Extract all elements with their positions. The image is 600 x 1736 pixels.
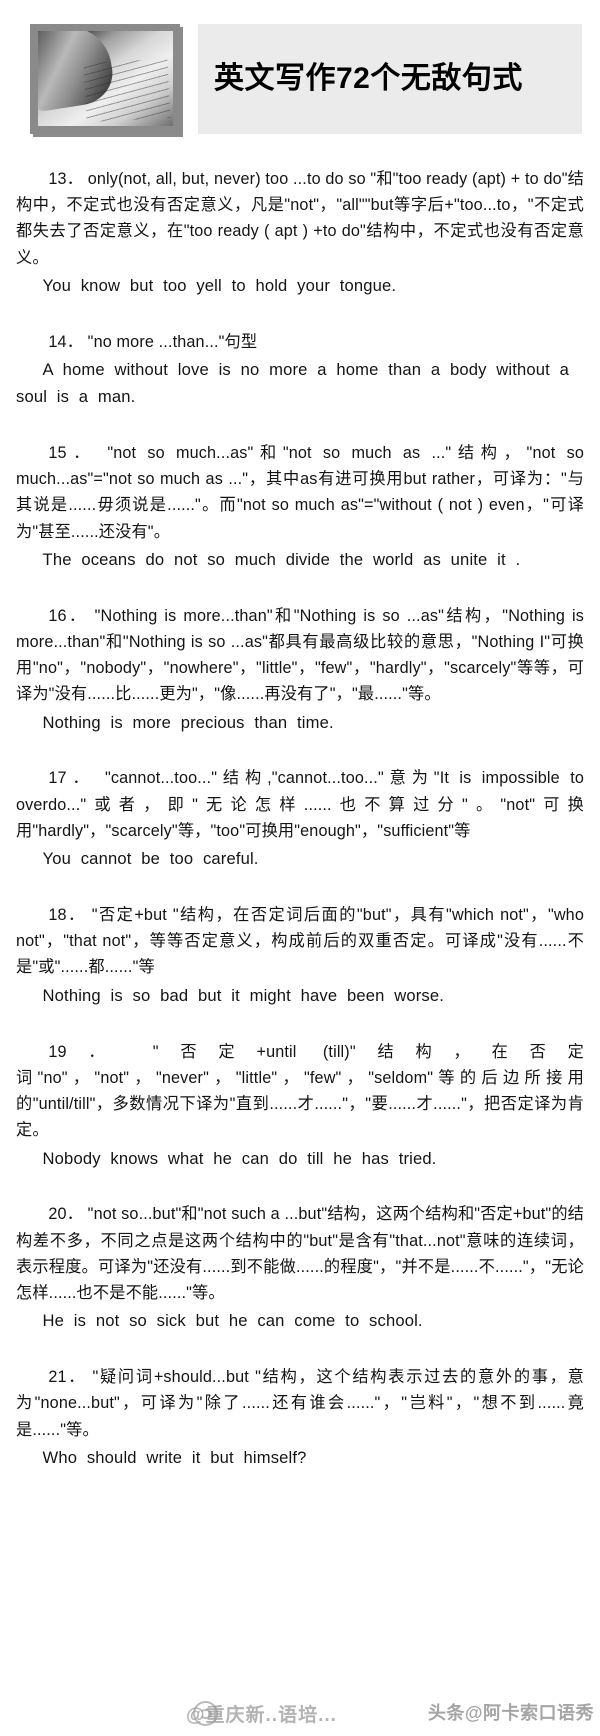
entry-18: 18． "否定+but "结构，在否定词后面的"but"，具有"which no… xyxy=(16,902,584,1010)
entry-spacer xyxy=(16,316,584,329)
entry-example: The oceans do not so much divide the wor… xyxy=(42,549,521,569)
entry-note: 18． "否定+but "结构，在否定词后面的"but"，具有"which no… xyxy=(16,906,584,977)
entry-note: 20． "not so...but"和"not such a ...but"结构… xyxy=(16,1205,584,1303)
entry-16: 16． "Nothing is more...than"和"Nothing is… xyxy=(16,603,584,737)
entry-15: 15． "not so much...as"和"not so much as .… xyxy=(16,440,584,574)
entry-13: 13． only(not, all, but, never) too ...to… xyxy=(16,166,584,300)
entry-spacer xyxy=(16,889,584,902)
entry-19: 19． "否定+until (till)"结构，在否定词"no"，"not"，"… xyxy=(16,1039,584,1173)
header-thumbnail-frame xyxy=(30,24,180,134)
entry-note: 17． "cannot...too..."结构,"cannot...too...… xyxy=(16,769,584,840)
entry-note: 13． only(not, all, but, never) too ...to… xyxy=(16,170,584,267)
entry-example: You cannot be too careful. xyxy=(42,849,259,869)
watermark-right: 头条@阿卡索口语秀 xyxy=(427,1703,594,1723)
entry-spacer xyxy=(16,752,584,765)
entry-spacer xyxy=(16,1351,584,1364)
page-title: 英文写作72个无敌句式 xyxy=(214,61,523,95)
header-title-box: 英文写作72个无敌句式 xyxy=(198,24,582,134)
entry-spacer xyxy=(16,1188,584,1201)
entry-example: Nothing is so bad but it might have been… xyxy=(42,985,445,1005)
entry-example: Who should write it but himself? xyxy=(42,1447,307,1467)
entry-example: Nobody knows what he can do till he has … xyxy=(42,1148,437,1168)
entry-14: 14． "no more ...than..."句型 A home withou… xyxy=(16,329,584,411)
entry-spacer xyxy=(16,427,584,440)
entry-21: 21． "疑问词+should...but "结构，这个结构表示过去的意外的事，… xyxy=(16,1364,584,1472)
entry-note: 19． "否定+until (till)"结构，在否定词"no"，"not"，"… xyxy=(16,1042,584,1140)
weibo-logo-icon xyxy=(193,1701,218,1726)
entry-17: 17． "cannot...too..."结构,"cannot...too...… xyxy=(16,765,584,873)
entry-note: 14． "no more ...than..."句型 xyxy=(48,332,258,351)
article-body: 13． only(not, all, but, never) too ...to… xyxy=(0,148,600,1472)
entry-note: 21． "疑问词+should...but "结构，这个结构表示过去的意外的事，… xyxy=(16,1368,584,1439)
entry-spacer xyxy=(16,1026,584,1039)
entry-spacer xyxy=(16,590,584,603)
entry-20: 20． "not so...but"和"not such a ...but"结构… xyxy=(16,1201,584,1335)
entry-example: Nothing is more precious than time. xyxy=(42,712,334,732)
entry-note: 15． "not so much...as"和"not so much as .… xyxy=(16,443,584,541)
entry-example: He is not so sick but he can come to sch… xyxy=(42,1311,423,1331)
article-header: 英文写作72个无敌句式 xyxy=(0,0,600,148)
entry-note: 16． "Nothing is more...than"和"Nothing is… xyxy=(16,606,584,704)
handwriting-photo-icon xyxy=(38,31,173,126)
entry-example: You know but too yell to hold your tongu… xyxy=(42,275,397,295)
entry-example: A home without love is no more a home th… xyxy=(16,360,570,406)
watermark-center: @重庆新..语培... xyxy=(186,1705,337,1726)
